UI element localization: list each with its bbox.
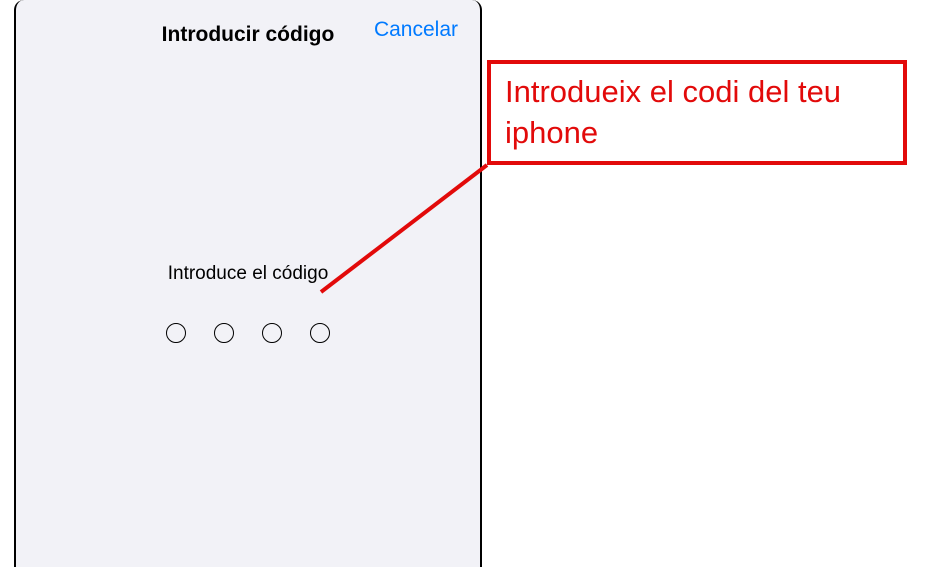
passcode-dot	[166, 323, 186, 343]
passcode-input[interactable]	[166, 323, 330, 343]
passcode-dot	[310, 323, 330, 343]
cancel-button[interactable]: Cancelar	[374, 18, 458, 42]
passcode-dot	[214, 323, 234, 343]
passcode-dot	[262, 323, 282, 343]
modal-title: Introducir código	[162, 23, 335, 47]
modal-header: Introducir código Cancelar	[16, 0, 480, 58]
phone-modal-frame: Introducir código Cancelar Introduce el …	[14, 0, 482, 567]
passcode-prompt: Introduce el código	[168, 263, 329, 285]
modal-content: Introduce el código	[16, 58, 480, 343]
annotation-text: Introdueix el codi del teu iphone	[505, 72, 889, 153]
annotation-callout: Introdueix el codi del teu iphone	[487, 60, 907, 165]
